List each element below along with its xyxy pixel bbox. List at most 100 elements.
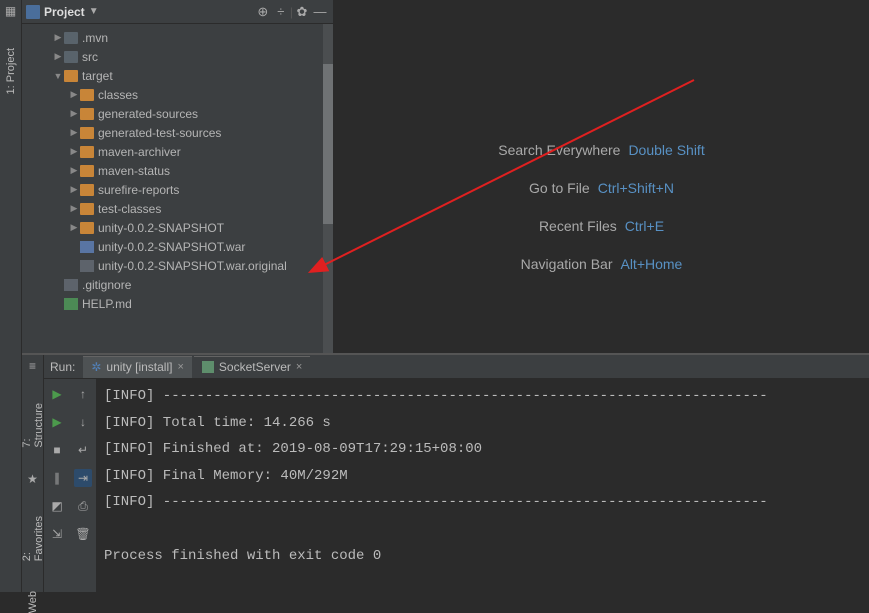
project-header: Project ▼ ⊕ ÷ | ✿ — bbox=[22, 0, 333, 24]
chevron-right-icon[interactable]: ▶ bbox=[68, 108, 80, 119]
tree-node[interactable]: ▶ maven-archiver bbox=[22, 142, 333, 161]
gear-icon[interactable]: ✿ bbox=[293, 3, 311, 21]
tree-node[interactable]: ▶src bbox=[22, 47, 333, 66]
tree-node[interactable]: ▶unity-0.0.2-SNAPSHOT bbox=[22, 218, 333, 237]
pin-icon[interactable]: ∥ bbox=[48, 469, 66, 487]
welcome-label: Go to File bbox=[529, 180, 590, 196]
welcome-shortcut: Ctrl+E bbox=[625, 218, 664, 234]
run-body: Run: ✲ unity [install] × SocketServer × … bbox=[44, 355, 869, 592]
hide-icon[interactable]: — bbox=[311, 3, 329, 21]
file-icon bbox=[64, 298, 78, 310]
run-title: Run: bbox=[50, 360, 75, 374]
chevron-right-icon[interactable]: ▶ bbox=[68, 203, 80, 214]
welcome-shortcut: Double Shift bbox=[628, 142, 704, 158]
star-icon[interactable]: ★ bbox=[27, 472, 38, 486]
run-down-icon[interactable]: ▶ bbox=[48, 413, 66, 431]
chevron-right-icon[interactable]: ▶ bbox=[68, 146, 80, 157]
main-column: Project ▼ ⊕ ÷ | ✿ — ▶ .mvn ▶src ▼ target ▶cla… bbox=[22, 0, 869, 592]
chevron-right-icon[interactable]: ▶ bbox=[52, 32, 64, 43]
run-left-stripe: ≡ 7: Structure ★ 2: Favorites Web bbox=[22, 355, 44, 592]
welcome-shortcut: Alt+Home bbox=[620, 256, 682, 272]
tree-node[interactable]: ▶ .mvn bbox=[22, 28, 333, 47]
up-icon[interactable]: ↑ bbox=[74, 385, 92, 403]
sidebar-tab-project[interactable]: 1: Project bbox=[5, 48, 17, 94]
gear-icon: ✲ bbox=[91, 360, 101, 374]
chevron-right-icon[interactable]: ▶ bbox=[68, 165, 80, 176]
project-icon[interactable]: ▦ bbox=[5, 4, 16, 18]
tree-node[interactable]: HELP.md bbox=[22, 294, 333, 313]
softwrap-icon[interactable]: ↵ bbox=[74, 441, 92, 459]
down-icon[interactable]: ↓ bbox=[74, 413, 92, 431]
tree-node-label: maven-archiver bbox=[98, 145, 181, 159]
run-gutter-left: ▶ ▶ ■ ∥ ◩ ⇲ bbox=[44, 379, 70, 592]
folder-icon bbox=[80, 203, 94, 215]
folder-icon bbox=[64, 32, 78, 44]
run-tab-label: SocketServer bbox=[219, 360, 291, 374]
chevron-right-icon[interactable]: ▶ bbox=[68, 127, 80, 138]
welcome-navigation-bar: Navigation Bar Alt+Home bbox=[521, 256, 683, 272]
server-icon bbox=[202, 361, 214, 373]
tree-node[interactable]: ▶classes bbox=[22, 85, 333, 104]
run-gutter-2: ↑ ↓ ↵ ⇥ ⎙ 🗑 bbox=[70, 379, 96, 592]
sidebar-tab-structure[interactable]: 7: Structure bbox=[21, 403, 45, 448]
structure-icon[interactable]: ≡ bbox=[29, 359, 36, 373]
run-panel: ≡ 7: Structure ★ 2: Favorites Web Run: ✲… bbox=[22, 354, 869, 592]
console-output[interactable]: [INFO] ---------------------------------… bbox=[96, 379, 869, 592]
close-icon[interactable]: × bbox=[177, 361, 183, 373]
file-icon bbox=[80, 241, 94, 253]
scroll-end-icon[interactable]: ⇥ bbox=[74, 469, 92, 487]
project-tree[interactable]: ▶.mvn▶src▼target▶classes▶generated-sourc… bbox=[22, 24, 333, 353]
tree-node[interactable]: ▶ maven-status bbox=[22, 161, 333, 180]
left-tool-stripe: ▦ 1: Project bbox=[0, 0, 22, 592]
tree-node[interactable]: .gitignore bbox=[22, 275, 333, 294]
close-icon[interactable]: × bbox=[296, 361, 302, 373]
tree-node-label: .mvn bbox=[82, 31, 108, 45]
tree-node-label: maven-status bbox=[98, 164, 170, 178]
tree-node-label: unity-0.0.2-SNAPSHOT.war bbox=[98, 240, 245, 254]
folder-icon bbox=[80, 127, 94, 139]
welcome-search-everywhere: Search Everywhere Double Shift bbox=[498, 142, 704, 158]
run-header: Run: ✲ unity [install] × SocketServer × bbox=[44, 355, 869, 379]
chevron-right-icon[interactable]: ▶ bbox=[68, 222, 80, 233]
welcome-goto-file: Go to File Ctrl+Shift+N bbox=[529, 180, 674, 196]
camera-icon[interactable]: ◩ bbox=[48, 497, 66, 515]
project-view-icon bbox=[26, 5, 40, 19]
stop-icon[interactable]: ■ bbox=[48, 441, 66, 459]
tree-node-label: generated-test-sources bbox=[98, 126, 221, 140]
chevron-right-icon[interactable]: ▶ bbox=[68, 89, 80, 100]
folder-icon bbox=[80, 108, 94, 120]
sidebar-tab-favorites[interactable]: 2: Favorites bbox=[21, 516, 45, 561]
tree-node-label: generated-sources bbox=[98, 107, 198, 121]
folder-icon bbox=[80, 89, 94, 101]
tree-node-label: .gitignore bbox=[82, 278, 131, 292]
tree-node[interactable]: ▶ generated-sources bbox=[22, 104, 333, 123]
rerun-icon[interactable]: ▶ bbox=[48, 385, 66, 403]
chevron-right-icon[interactable]: ▶ bbox=[52, 51, 64, 62]
print-icon[interactable]: ⎙ bbox=[74, 497, 92, 515]
sidebar-tab-web[interactable]: Web bbox=[27, 591, 39, 613]
run-tab-socketserver[interactable]: SocketServer × bbox=[194, 356, 310, 378]
tree-node[interactable]: unity-0.0.2-SNAPSHOT.war bbox=[22, 237, 333, 256]
tree-node[interactable]: ▼ target bbox=[22, 66, 333, 85]
export-icon[interactable]: ⇲ bbox=[48, 525, 66, 543]
folder-icon bbox=[80, 165, 94, 177]
run-tab-label: unity [install] bbox=[106, 360, 172, 374]
locate-icon[interactable]: ⊕ bbox=[254, 3, 272, 21]
chevron-down-icon[interactable]: ▼ bbox=[89, 6, 99, 17]
tree-node[interactable]: ▶ generated-test-sources bbox=[22, 123, 333, 142]
tree-node-label: test-classes bbox=[98, 202, 161, 216]
tree-node[interactable]: ▶surefire-reports bbox=[22, 180, 333, 199]
project-panel: Project ▼ ⊕ ÷ | ✿ — ▶ .mvn ▶src ▼ target ▶cla… bbox=[22, 0, 334, 353]
chevron-down-icon[interactable]: ▼ bbox=[52, 71, 64, 81]
welcome-label: Navigation Bar bbox=[521, 256, 613, 272]
project-title[interactable]: Project bbox=[44, 5, 85, 19]
trash-icon[interactable]: 🗑 bbox=[74, 525, 92, 543]
tree-node-label: unity-0.0.2-SNAPSHOT.war.original bbox=[98, 259, 287, 273]
tree-node[interactable]: unity-0.0.2-SNAPSHOT.war.original bbox=[22, 256, 333, 275]
tree-node-label: target bbox=[82, 69, 113, 83]
tree-node[interactable]: ▶ test-classes bbox=[22, 199, 333, 218]
collapse-icon[interactable]: ÷ bbox=[272, 3, 290, 21]
file-icon bbox=[64, 279, 78, 291]
chevron-right-icon[interactable]: ▶ bbox=[68, 184, 80, 195]
run-tab-unity[interactable]: ✲ unity [install] × bbox=[83, 356, 192, 378]
